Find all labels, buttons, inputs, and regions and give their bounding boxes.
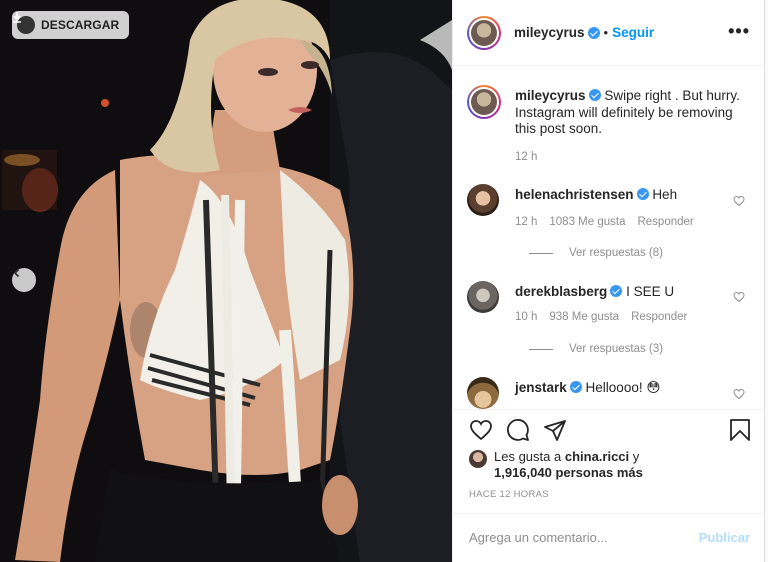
like-comment-heart-icon[interactable]: [733, 195, 745, 207]
download-icon: [13, 12, 35, 34]
post-panel: mileycyrus • Seguir ••• mileycyrus Swipe…: [452, 0, 766, 562]
comment-likes[interactable]: 1083 Me gusta: [549, 216, 625, 228]
like-comment-heart-icon[interactable]: [733, 291, 745, 303]
comment-avatar[interactable]: [467, 184, 499, 216]
view-replies-button[interactable]: Ver respuestas (3): [529, 343, 663, 355]
likes-user[interactable]: china.ricci: [565, 449, 629, 464]
likes-count[interactable]: 1,916,040 personas más: [494, 465, 643, 480]
verified-badge-icon: [610, 285, 623, 297]
comment-username[interactable]: helenachristensen: [515, 187, 634, 202]
caption-avatar[interactable]: [467, 85, 501, 119]
separator: •: [603, 25, 609, 40]
comment-time[interactable]: 12 h: [515, 216, 537, 228]
verified-badge-icon: [588, 89, 601, 101]
photo-illustration: [0, 0, 452, 562]
carousel-prev-button[interactable]: [12, 268, 36, 292]
likes-summary[interactable]: Les gusta a china.ricci y 1,916,040 pers…: [469, 449, 643, 481]
verified-badge-icon: [587, 26, 600, 39]
comment-icon[interactable]: [506, 418, 530, 442]
post-header: mileycyrus • Seguir •••: [453, 0, 766, 66]
comment-avatar[interactable]: [467, 377, 499, 409]
publish-button[interactable]: Publicar: [699, 530, 750, 545]
comment-input[interactable]: [469, 529, 669, 545]
comment-username[interactable]: derekblasberg: [515, 284, 607, 299]
instagram-post-viewer: DESCARGAR mileycyrus • Seguir ••• mileyc…: [0, 0, 768, 562]
view-replies-label: Ver respuestas (8): [569, 247, 663, 259]
post-actions: Les gusta a china.ricci y 1,916,040 pers…: [453, 409, 766, 559]
more-options-icon[interactable]: •••: [728, 22, 750, 40]
like-comment-heart-icon[interactable]: [733, 388, 745, 400]
comment-text: I SEE U: [626, 284, 675, 299]
liker-avatar: [469, 450, 487, 468]
comment-likes[interactable]: 938 Me gusta: [549, 311, 619, 323]
download-button[interactable]: DESCARGAR: [12, 11, 130, 39]
caption-username[interactable]: mileycyrus: [515, 88, 586, 103]
caption-time[interactable]: 12 h: [515, 151, 537, 163]
comment-text: Helloooo! 😳: [585, 380, 661, 395]
comment-time[interactable]: 10 h: [515, 311, 537, 323]
header-username[interactable]: mileycyrus: [514, 25, 585, 40]
reply-button[interactable]: Responder: [631, 311, 687, 323]
post-time[interactable]: HACE 12 HORAS: [469, 489, 549, 500]
comment-text: Heh: [652, 187, 678, 202]
download-label: DESCARGAR: [41, 18, 120, 32]
add-comment-bar: Publicar: [453, 513, 766, 560]
avatar[interactable]: [467, 15, 501, 50]
bookmark-icon[interactable]: [729, 418, 751, 442]
share-icon[interactable]: [543, 418, 567, 442]
comment-avatar[interactable]: [467, 281, 499, 313]
view-replies-label: Ver respuestas (3): [569, 343, 663, 355]
heart-icon[interactable]: [469, 418, 493, 442]
reply-button[interactable]: Responder: [637, 216, 693, 228]
comment-username[interactable]: jenstark: [515, 380, 567, 395]
post-photo[interactable]: DESCARGAR: [0, 0, 452, 562]
view-replies-button[interactable]: Ver respuestas (8): [529, 247, 663, 259]
verified-badge-icon: [636, 188, 649, 200]
likes-prefix: Les gusta a: [494, 449, 562, 464]
follow-button[interactable]: Seguir: [612, 25, 654, 40]
comments-list[interactable]: mileycyrus Swipe right . But hurry. Inst…: [453, 66, 766, 409]
verified-badge-icon: [569, 381, 582, 393]
likes-conj: y: [632, 449, 640, 464]
